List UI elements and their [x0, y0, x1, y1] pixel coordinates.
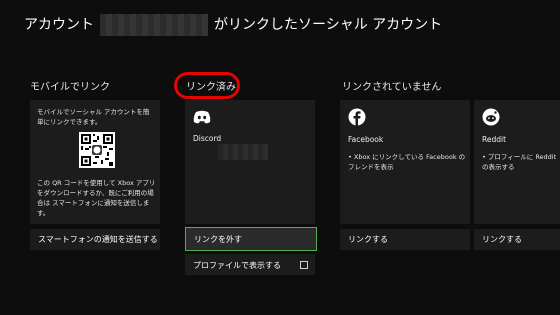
facebook-card[interactable]: Facebook • Xbox にリンクしている Facebook のフレンドを… [340, 100, 470, 224]
reddit-name: Reddit [482, 135, 507, 144]
show-profile-label: プロファイルで表示する [193, 261, 281, 270]
blurred-account-name [100, 14, 208, 36]
mobile-description: モバイルでソーシャル アカウントを簡単にリンクできます。 [37, 108, 150, 126]
reddit-icon [482, 108, 500, 130]
discord-icon [193, 109, 211, 128]
discord-card[interactable]: Discord [185, 100, 315, 224]
facebook-description: • Xbox にリンクしている Facebook のフレンドを表示 [348, 153, 466, 171]
mobile-section-heading: モバイルでリンク [30, 82, 110, 93]
facebook-icon [348, 108, 366, 130]
show-profile-checkbox[interactable] [300, 261, 308, 269]
mobile-instructions: この QR コードを使用して Xbox アプリをダウンロードするか、既にご利用の… [37, 179, 156, 217]
reddit-link-button[interactable]: リンクする [474, 229, 560, 250]
linked-section-heading: リンク済み [186, 82, 236, 93]
unlinked-section-heading: リンクされていません [342, 82, 442, 93]
qr-code [79, 132, 115, 168]
mobile-link-card: モバイルでソーシャル アカウントを簡単にリンクできます。 この QR コードを使… [30, 100, 160, 224]
discord-name: Discord [193, 134, 222, 143]
title-suffix: がリンクしたソーシャル アカウント [214, 17, 443, 33]
title-prefix: アカウント [24, 17, 94, 33]
facebook-name: Facebook [348, 135, 384, 144]
unlink-button[interactable]: リンクを外す [185, 227, 317, 251]
reddit-description: • プロフィールに Reddit の表示する [482, 153, 557, 171]
blurred-discord-account [218, 144, 268, 160]
send-notification-button[interactable]: スマートフォンの通知を送信する [30, 229, 160, 250]
reddit-card[interactable]: Reddit • プロフィールに Reddit の表示する [474, 100, 560, 224]
show-profile-toggle[interactable]: プロファイルで表示する [185, 254, 315, 275]
page-title: アカウント がリンクしたソーシャル アカウント [24, 14, 442, 36]
facebook-link-button[interactable]: リンクする [340, 229, 470, 250]
qr-code-graphic [81, 134, 113, 166]
